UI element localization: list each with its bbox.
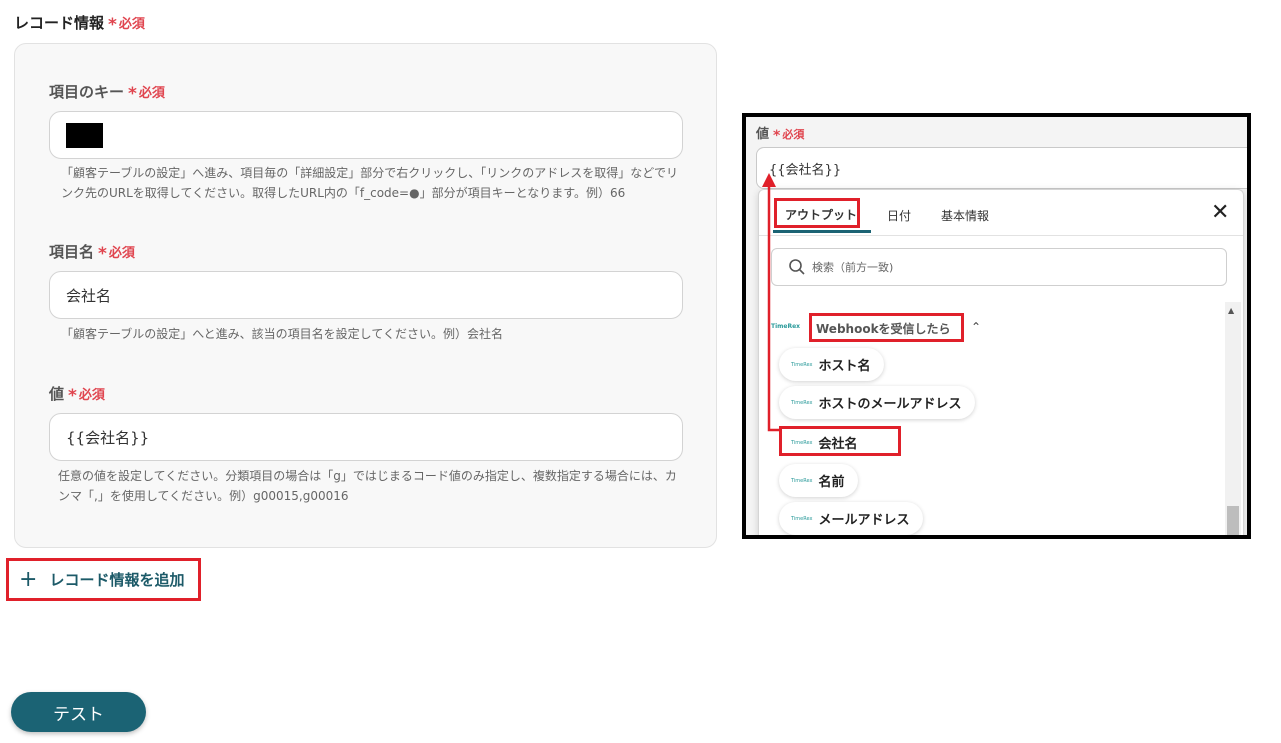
section-title: レコード情報 * 必須 [14, 12, 145, 35]
required-badge: * 必須 [128, 84, 165, 104]
redacted-value [66, 122, 103, 148]
name-help-text: 「顧客テーブルの設定」へと進み、該当の項目名を設定してください。例）会社名 [61, 327, 503, 341]
section-title-text: レコード情報 [14, 14, 105, 32]
name-input-value: 会社名 [66, 286, 112, 305]
add-record-button[interactable]: + レコード情報を追加 [6, 558, 201, 601]
add-record-label: レコード情報を追加 [49, 571, 185, 589]
key-input[interactable] [49, 111, 683, 159]
key-field-label: 項目のキー * 必須 [49, 83, 165, 104]
name-input[interactable]: 会社名 [49, 271, 683, 319]
value-input[interactable]: {{会社名}} [49, 413, 683, 461]
required-badge: * 必須 [68, 386, 105, 406]
value-help-text: 任意の値を設定してください。分類項目の場合は「g」ではじまるコード値のみ指定し、… [58, 469, 677, 503]
name-field-label: 項目名 * 必須 [49, 243, 135, 264]
required-badge: * 必須 [108, 15, 145, 35]
test-button[interactable]: テスト [11, 692, 146, 732]
required-badge: * 必須 [98, 244, 135, 264]
value-field-label: 値 * 必須 [49, 385, 105, 406]
value-input-value: {{会社名}} [66, 428, 150, 447]
key-help-text: 「顧客テーブルの設定」へ進み、項目毎の「詳細設定」部分で右クリックし、「リンクの… [61, 166, 679, 200]
plus-icon: + [19, 567, 38, 592]
inset-screenshot: 値 * 必須 {{会社名}} アウトプット 日付 基本情報 ✕ 検索（前方一致) T… [742, 113, 1251, 539]
red-arrow-annotation [762, 173, 781, 432]
